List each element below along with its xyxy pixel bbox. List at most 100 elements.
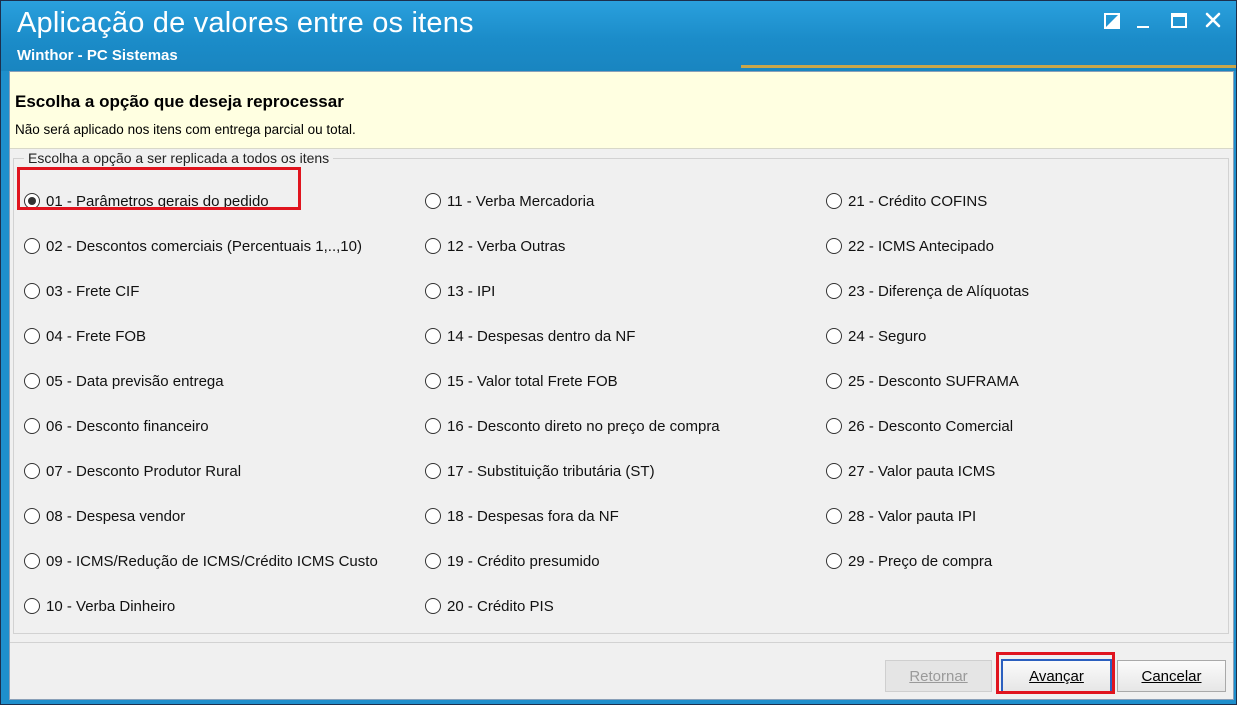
instruction-subtitle: Não será aplicado nos itens com entrega … [15, 122, 356, 137]
radio-button[interactable] [826, 553, 842, 569]
option-16[interactable]: 16 - Desconto direto no preço de compra [425, 415, 720, 437]
option-26[interactable]: 26 - Desconto Comercial [826, 415, 1013, 437]
option-04[interactable]: 04 - Frete FOB [24, 325, 146, 347]
radio-button[interactable] [826, 373, 842, 389]
close-icon[interactable] [1199, 7, 1227, 35]
option-03[interactable]: 03 - Frete CIF [24, 280, 139, 302]
options-group-legend: Escolha a opção a ser replicada a todos … [24, 150, 334, 166]
radio-button[interactable] [826, 238, 842, 254]
option-label: 27 - Valor pauta ICMS [848, 462, 996, 480]
minimize-icon[interactable] [1129, 7, 1157, 35]
radio-button[interactable] [425, 463, 441, 479]
cancel-button[interactable]: Cancelar [1117, 660, 1226, 692]
next-button-highlight [996, 652, 1115, 694]
radio-button[interactable] [826, 328, 842, 344]
radio-button[interactable] [826, 193, 842, 209]
option-27[interactable]: 27 - Valor pauta ICMS [826, 460, 995, 482]
option-02[interactable]: 02 - Descontos comerciais (Percentuais 1… [24, 235, 362, 257]
option-06[interactable]: 06 - Desconto financeiro [24, 415, 209, 437]
radio-button[interactable] [24, 418, 40, 434]
option-label: 05 - Data previsão entrega [46, 372, 224, 390]
instruction-panel: Escolha a opção que deseja reprocessar N… [10, 72, 1233, 149]
option-23[interactable]: 23 - Diferença de Alíquotas [826, 280, 1029, 302]
title-bar-accent-line [741, 65, 1236, 68]
radio-button[interactable] [425, 418, 441, 434]
option-08[interactable]: 08 - Despesa vendor [24, 505, 185, 527]
radio-button[interactable] [24, 508, 40, 524]
option-29[interactable]: 29 - Preço de compra [826, 550, 992, 572]
option-label: 07 - Desconto Produtor Rural [46, 462, 242, 480]
radio-button[interactable] [425, 283, 441, 299]
option-label: 09 - ICMS/Redução de ICMS/Crédito ICMS C… [46, 552, 378, 570]
option-09[interactable]: 09 - ICMS/Redução de ICMS/Crédito ICMS C… [24, 550, 378, 572]
options-group: Escolha a opção a ser replicada a todos … [13, 150, 1229, 634]
option-05[interactable]: 05 - Data previsão entrega [24, 370, 224, 392]
radio-button[interactable] [826, 463, 842, 479]
option-19[interactable]: 19 - Crédito presumido [425, 550, 600, 572]
option-label: 17 - Substituição tributária (ST) [447, 462, 655, 480]
option-10[interactable]: 10 - Verba Dinheiro [24, 595, 175, 617]
back-button[interactable]: Retornar [885, 660, 992, 692]
selected-option-highlight [17, 167, 301, 210]
option-label: 03 - Frete CIF [46, 282, 140, 300]
radio-button[interactable] [826, 418, 842, 434]
option-label: 19 - Crédito presumido [447, 552, 600, 570]
radio-button[interactable] [24, 598, 40, 614]
option-14[interactable]: 14 - Despesas dentro da NF [425, 325, 635, 347]
radio-button[interactable] [425, 193, 441, 209]
dialog-content: Escolha a opção que deseja reprocessar N… [9, 71, 1234, 700]
option-label: 06 - Desconto financeiro [46, 417, 209, 435]
radio-button[interactable] [24, 373, 40, 389]
option-17[interactable]: 17 - Substituição tributária (ST) [425, 460, 655, 482]
option-24[interactable]: 24 - Seguro [826, 325, 926, 347]
radio-button[interactable] [425, 508, 441, 524]
radio-button[interactable] [425, 373, 441, 389]
option-label: 08 - Despesa vendor [46, 507, 186, 525]
window-subtitle: Winthor - PC Sistemas [17, 47, 178, 64]
radio-button[interactable] [425, 328, 441, 344]
option-label: 18 - Despesas fora da NF [447, 507, 619, 525]
option-label: 20 - Crédito PIS [447, 597, 554, 615]
option-label: 14 - Despesas dentro da NF [447, 327, 636, 345]
option-18[interactable]: 18 - Despesas fora da NF [425, 505, 619, 527]
option-label: 22 - ICMS Antecipado [848, 237, 994, 255]
option-label: 28 - Valor pauta IPI [848, 507, 977, 525]
maximize-icon[interactable] [1165, 7, 1193, 35]
option-12[interactable]: 12 - Verba Outras [425, 235, 565, 257]
option-21[interactable]: 21 - Crédito COFINS [826, 190, 987, 212]
option-22[interactable]: 22 - ICMS Antecipado [826, 235, 994, 257]
option-07[interactable]: 07 - Desconto Produtor Rural [24, 460, 241, 482]
option-label: 04 - Frete FOB [46, 327, 147, 345]
option-label: 26 - Desconto Comercial [848, 417, 1014, 435]
radio-button[interactable] [24, 463, 40, 479]
option-label: 21 - Crédito COFINS [848, 192, 988, 210]
back-button-label: Retornar [909, 667, 968, 685]
option-label: 24 - Seguro [848, 327, 927, 345]
radio-button[interactable] [826, 508, 842, 524]
option-28[interactable]: 28 - Valor pauta IPI [826, 505, 976, 527]
option-11[interactable]: 11 - Verba Mercadoria [425, 190, 594, 212]
radio-button[interactable] [425, 598, 441, 614]
option-15[interactable]: 15 - Valor total Frete FOB [425, 370, 618, 392]
radio-button[interactable] [425, 238, 441, 254]
radio-button[interactable] [425, 553, 441, 569]
restore-icon[interactable] [1098, 7, 1126, 35]
radio-button[interactable] [24, 553, 40, 569]
radio-button[interactable] [826, 283, 842, 299]
cancel-button-label: Cancelar [1141, 667, 1202, 685]
option-label: 02 - Descontos comerciais (Percentuais 1… [46, 237, 362, 255]
option-13[interactable]: 13 - IPI [425, 280, 495, 302]
dialog-window: Aplicação de valores entre os itens Wint… [0, 0, 1237, 705]
option-20[interactable]: 20 - Crédito PIS [425, 595, 554, 617]
option-label: 25 - Desconto SUFRAMA [848, 372, 1019, 390]
radio-button[interactable] [24, 238, 40, 254]
title-bar[interactable]: Aplicação de valores entre os itens Wint… [1, 1, 1236, 71]
option-label: 23 - Diferença de Alíquotas [848, 282, 1029, 300]
instruction-title: Escolha a opção que deseja reprocessar [15, 92, 344, 111]
option-label: 16 - Desconto direto no preço de compra [447, 417, 720, 435]
radio-button[interactable] [24, 283, 40, 299]
option-label: 10 - Verba Dinheiro [46, 597, 176, 615]
window-title: Aplicação de valores entre os itens [17, 7, 474, 39]
option-25[interactable]: 25 - Desconto SUFRAMA [826, 370, 1019, 392]
radio-button[interactable] [24, 328, 40, 344]
